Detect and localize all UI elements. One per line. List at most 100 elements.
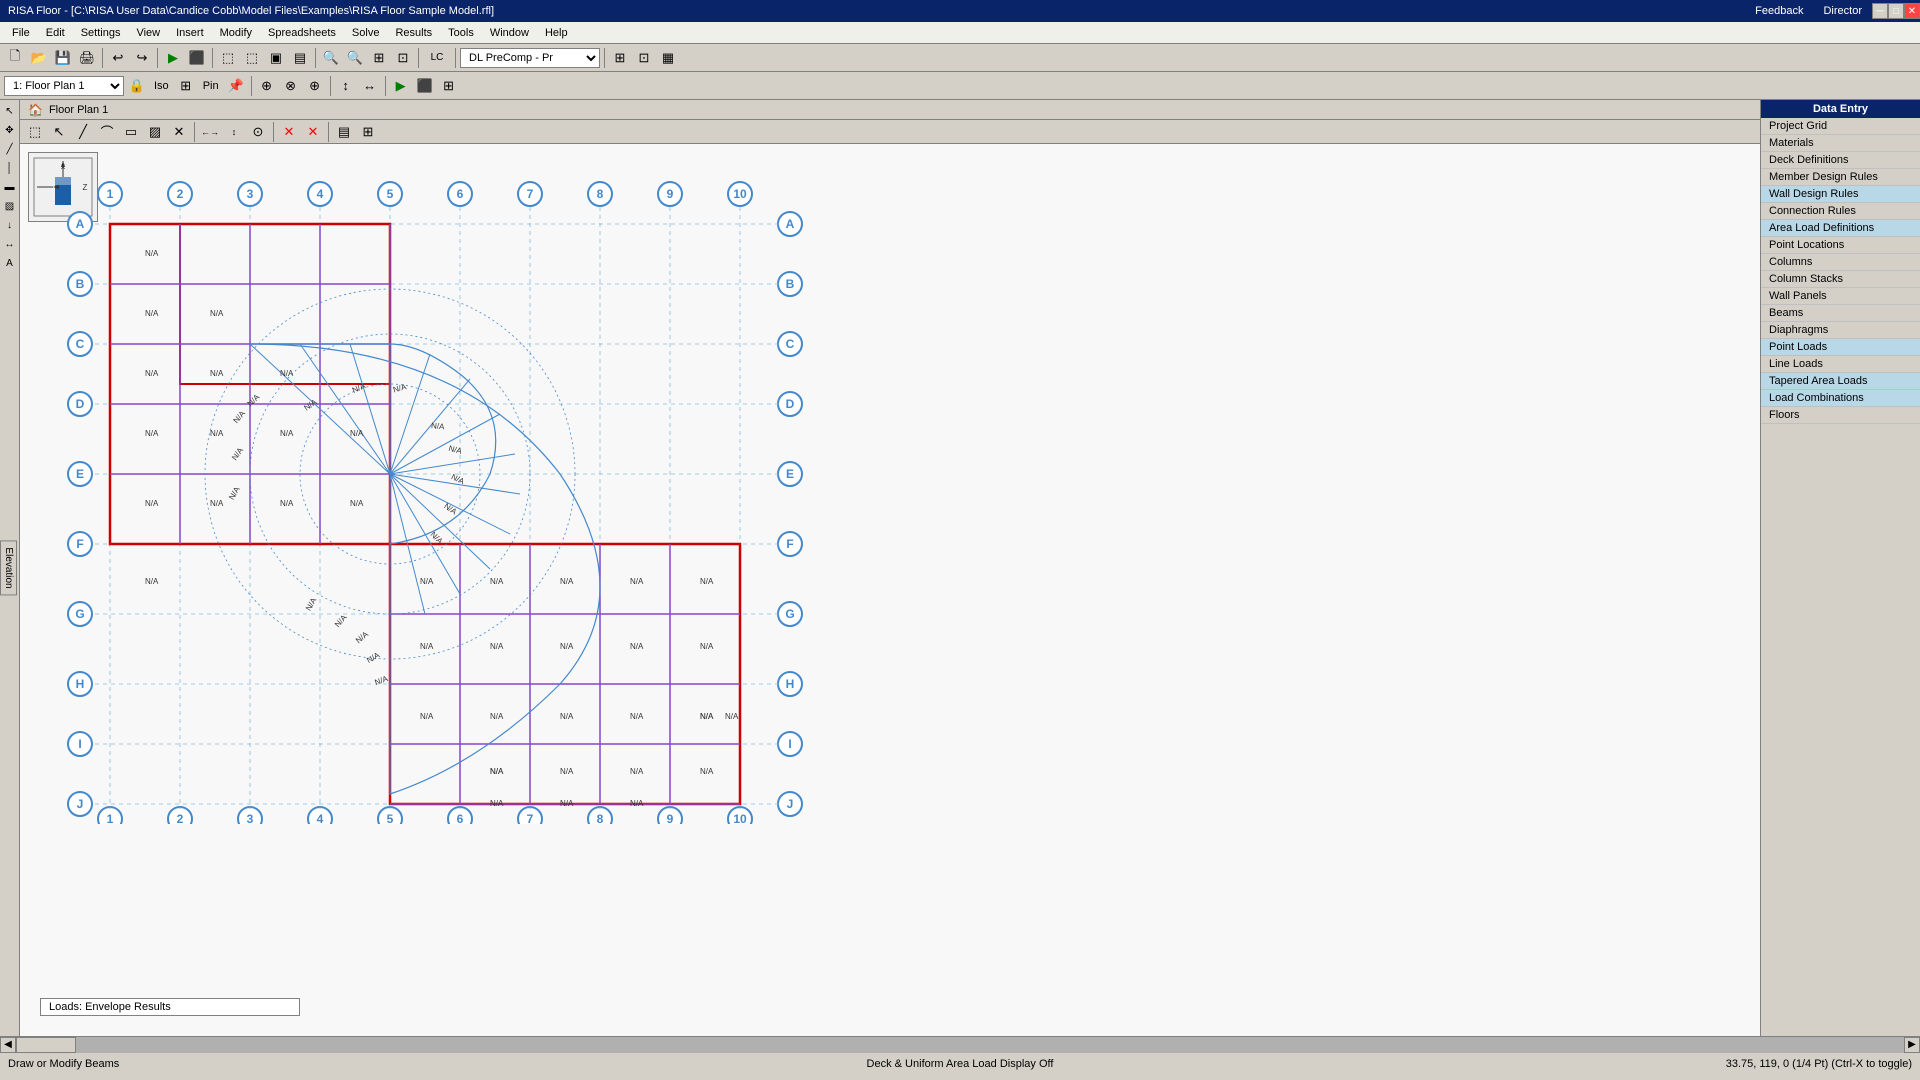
scroll-right-button[interactable]: ▶ [1904, 1037, 1920, 1053]
dt-select[interactable]: ⬚ [24, 121, 46, 143]
select2-button[interactable]: ⬚ [241, 47, 263, 69]
print-button[interactable]: 🖨 [76, 47, 98, 69]
scroll-track[interactable] [16, 1037, 1904, 1053]
open-button[interactable]: 📂 [28, 47, 50, 69]
rp-materials[interactable]: Materials [1761, 135, 1920, 152]
loads-button[interactable]: ⊡ [633, 47, 655, 69]
display-button[interactable]: ⊞ [438, 75, 460, 97]
rp-point-loads[interactable]: Point Loads [1761, 339, 1920, 356]
horizontal-scrollbar[interactable]: ◀ ▶ [0, 1036, 1920, 1052]
pin-button[interactable]: 📌 [225, 75, 247, 97]
floor-plan-selector[interactable]: 1: Floor Plan 1 [4, 76, 124, 96]
dt-pointer[interactable]: ↖ [48, 121, 70, 143]
rp-load-combinations[interactable]: Load Combinations [1761, 390, 1920, 407]
select-button[interactable]: ⬚ [217, 47, 239, 69]
precomp-selector[interactable]: DL PreComp - Pr [460, 48, 600, 68]
rp-tapered-area-loads[interactable]: Tapered Area Loads [1761, 373, 1920, 390]
zoom-fit-button[interactable]: ⊞ [368, 47, 390, 69]
rp-line-loads[interactable]: Line Loads [1761, 356, 1920, 373]
menu-insert[interactable]: Insert [168, 25, 212, 41]
dt-prop2[interactable]: ⊞ [357, 121, 379, 143]
svg-text:N/A: N/A [700, 642, 714, 651]
menu-window[interactable]: Window [482, 25, 537, 41]
rp-beams[interactable]: Beams [1761, 305, 1920, 322]
snap1-button[interactable]: ⊕ [256, 75, 278, 97]
rp-connection-rules[interactable]: Connection Rules [1761, 203, 1920, 220]
new-button[interactable]: 🗋 [4, 47, 26, 69]
rp-point-locations[interactable]: Point Locations [1761, 237, 1920, 254]
left-move[interactable]: ✥ [1, 121, 19, 139]
dt-fill[interactable]: ▨ [144, 121, 166, 143]
dt-delete[interactable]: ✕ [278, 121, 300, 143]
left-col[interactable]: │ [1, 159, 19, 177]
left-text[interactable]: A [1, 254, 19, 272]
stop-button[interactable]: ⬛ [186, 47, 208, 69]
left-wall[interactable]: ▬ [1, 178, 19, 196]
zoom-in-button[interactable]: 🔍 [320, 47, 342, 69]
rp-project-grid[interactable]: Project Grid [1761, 118, 1920, 135]
rp-floors[interactable]: Floors [1761, 407, 1920, 424]
rp-columns[interactable]: Columns [1761, 254, 1920, 271]
rp-column-stacks[interactable]: Column Stacks [1761, 271, 1920, 288]
view1-button[interactable]: ↕ [335, 75, 357, 97]
select3-button[interactable]: ▣ [265, 47, 287, 69]
lock-button[interactable]: 🔒 [126, 75, 148, 97]
menu-solve[interactable]: Solve [344, 25, 388, 41]
dt-delete2[interactable]: ✕ [302, 121, 324, 143]
snap3-button[interactable]: ⊕ [304, 75, 326, 97]
svg-text:J: J [77, 797, 84, 811]
zoom-out-button[interactable]: 🔍 [344, 47, 366, 69]
dt-arc[interactable]: ⌒ [96, 121, 118, 143]
run-button[interactable]: ▶ [162, 47, 184, 69]
minimize-button[interactable]: ─ [1872, 3, 1888, 19]
dt-erase[interactable]: ✕ [168, 121, 190, 143]
iso-button[interactable]: ⊞ [175, 75, 197, 97]
color1-button[interactable]: ▶ [390, 75, 412, 97]
select4-button[interactable]: ▤ [289, 47, 311, 69]
left-dim[interactable]: ↔ [1, 235, 19, 253]
menu-results[interactable]: Results [387, 25, 440, 41]
view2-button[interactable]: ↔ [359, 75, 381, 97]
rp-area-load-definitions[interactable]: Area Load Definitions [1761, 220, 1920, 237]
close-button[interactable]: ✕ [1904, 3, 1920, 19]
results-button[interactable]: ▦ [657, 47, 679, 69]
menu-tools[interactable]: Tools [440, 25, 482, 41]
save-button[interactable]: 💾 [52, 47, 74, 69]
rp-wall-design-rules[interactable]: Wall Design Rules [1761, 186, 1920, 203]
members-button[interactable]: ⊞ [609, 47, 631, 69]
rp-member-design-rules[interactable]: Member Design Rules [1761, 169, 1920, 186]
left-load[interactable]: ↓ [1, 216, 19, 234]
scroll-left-button[interactable]: ◀ [0, 1037, 16, 1053]
dt-line[interactable]: ╱ [72, 121, 94, 143]
drawing-canvas[interactable]: x Z .grid-line { stroke: #88bbdd; stroke… [20, 144, 1760, 1036]
menu-edit[interactable]: Edit [38, 25, 73, 41]
menu-spreadsheets[interactable]: Spreadsheets [260, 25, 344, 41]
left-beam[interactable]: ╱ [1, 140, 19, 158]
color2-button[interactable]: ⬛ [414, 75, 436, 97]
left-deck[interactable]: ▨ [1, 197, 19, 215]
undo-button[interactable]: ↩ [107, 47, 129, 69]
restore-button[interactable]: □ [1888, 3, 1904, 19]
elevation-panel[interactable]: Elevation [0, 540, 17, 595]
dt-beam2[interactable]: ↕ [223, 121, 245, 143]
redo-button[interactable]: ↪ [131, 47, 153, 69]
dt-beam1[interactable]: ←→ [199, 121, 221, 143]
dt-prop1[interactable]: ▤ [333, 121, 355, 143]
rp-wall-panels[interactable]: Wall Panels [1761, 288, 1920, 305]
menu-view[interactable]: View [128, 25, 168, 41]
scroll-thumb[interactable] [16, 1037, 76, 1053]
lc-button[interactable]: LC [423, 47, 451, 69]
rp-diaphragms[interactable]: Diaphragms [1761, 322, 1920, 339]
rp-deck-definitions[interactable]: Deck Definitions [1761, 152, 1920, 169]
menu-modify[interactable]: Modify [212, 25, 260, 41]
feedback-button[interactable]: Feedback [1745, 0, 1813, 22]
zoom-select-button[interactable]: ⊡ [392, 47, 414, 69]
director-button[interactable]: Director [1813, 0, 1872, 22]
menu-help[interactable]: Help [537, 25, 576, 41]
menu-settings[interactable]: Settings [73, 25, 129, 41]
menu-file[interactable]: File [4, 25, 38, 41]
dt-rect[interactable]: ▭ [120, 121, 142, 143]
snap2-button[interactable]: ⊗ [280, 75, 302, 97]
left-select[interactable]: ↖ [1, 102, 19, 120]
dt-pin[interactable]: ⊙ [247, 121, 269, 143]
